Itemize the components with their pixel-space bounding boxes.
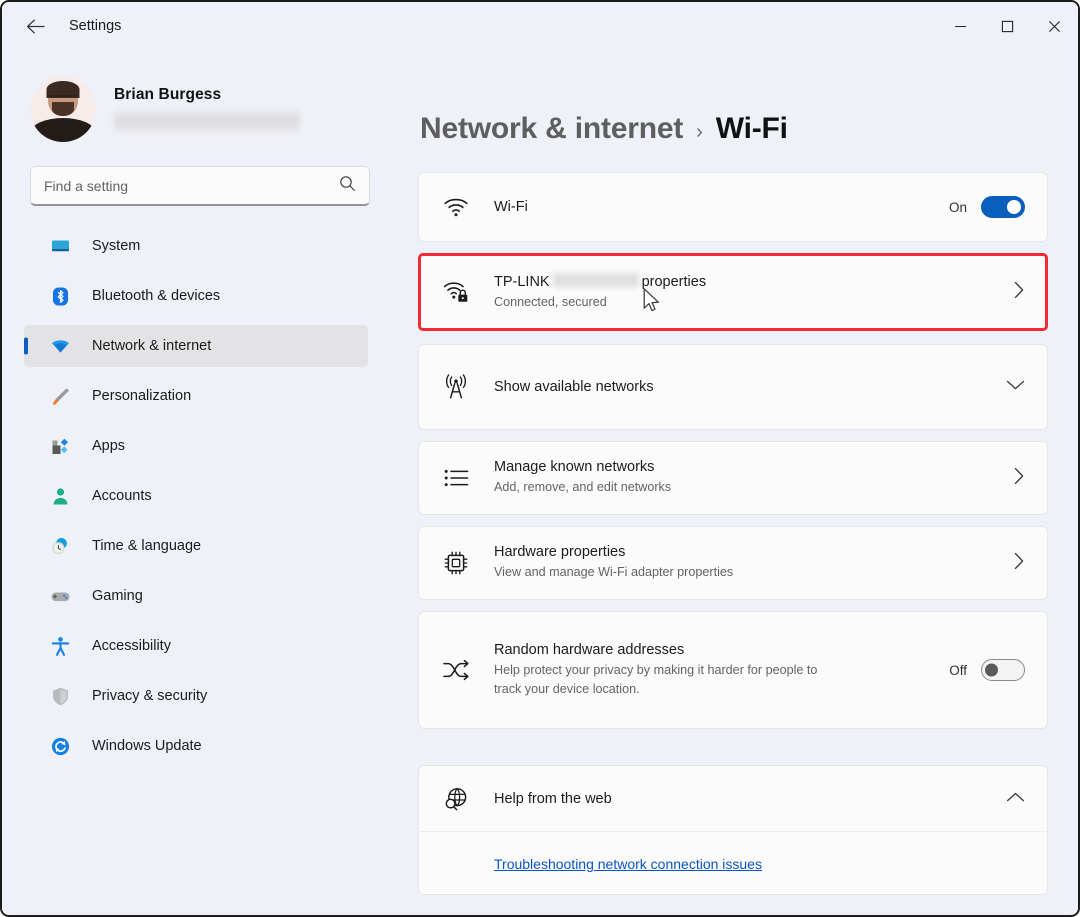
- chevron-right-icon: [1013, 281, 1025, 304]
- sidebar-item-bluetooth-devices[interactable]: Bluetooth & devices: [24, 275, 368, 317]
- broadcast-tower-icon: [439, 374, 473, 400]
- random-mac-toggle-value: Off: [949, 663, 967, 678]
- minimize-icon[interactable]: [937, 2, 984, 50]
- sidebar-item-label: System: [92, 238, 140, 254]
- paintbrush-icon: [48, 384, 72, 408]
- card-help-from-web[interactable]: Help from the web: [418, 765, 1048, 831]
- sidebar-item-personalization[interactable]: Personalization: [24, 375, 368, 417]
- card-title: TP-LINK properties: [494, 272, 1001, 290]
- card-title: Hardware properties: [494, 544, 1001, 560]
- card-subtitle: Connected, secured: [494, 293, 824, 312]
- sidebar-item-label: Network & internet: [92, 338, 211, 354]
- card-random-hardware-addresses[interactable]: Random hardware addresses Help protect y…: [418, 611, 1048, 729]
- list-icon: [439, 468, 473, 488]
- sidebar-item-accounts[interactable]: Accounts: [24, 475, 368, 517]
- sidebar-item-label: Accounts: [92, 488, 152, 504]
- sidebar-item-time-language[interactable]: Time & language: [24, 525, 368, 567]
- page-title: Wi-Fi: [716, 112, 788, 146]
- person-icon: [48, 484, 72, 508]
- avatar: [30, 76, 96, 142]
- sidebar-item-label: Apps: [92, 438, 125, 454]
- breadcrumb: Network & internet › Wi-Fi: [418, 50, 1048, 172]
- account-email-redacted: [114, 111, 300, 133]
- chevron-down-icon[interactable]: [1006, 378, 1025, 396]
- card-subtitle: View and manage Wi-Fi adapter properties: [494, 563, 824, 582]
- sidebar-item-label: Time & language: [92, 538, 201, 554]
- sidebar-nav: System Bluetooth & devices: [24, 225, 368, 767]
- card-manage-known-networks[interactable]: Manage known networks Add, remove, and e…: [418, 441, 1048, 515]
- sidebar-item-label: Accessibility: [92, 638, 171, 654]
- card-title: Random hardware addresses: [494, 642, 937, 658]
- gamepad-icon: [48, 584, 72, 608]
- close-icon[interactable]: [1031, 2, 1078, 50]
- breadcrumb-parent[interactable]: Network & internet: [420, 112, 683, 146]
- account-block[interactable]: Brian Burgess: [24, 50, 368, 146]
- shuffle-icon: [439, 659, 473, 681]
- sidebar: Brian Burgess: [2, 50, 390, 915]
- card-subtitle: Help protect your privacy by making it h…: [494, 661, 824, 698]
- card-title: Help from the web: [494, 791, 994, 807]
- card-title: Manage known networks: [494, 459, 1001, 475]
- clock-icon: [48, 534, 72, 558]
- card-title: Wi-Fi: [494, 199, 937, 215]
- main-content: Network & internet › Wi-Fi Wi-Fi: [390, 50, 1078, 915]
- wifi-icon: [439, 196, 473, 218]
- network-ssid-redacted: [553, 272, 639, 289]
- bluetooth-icon: [48, 284, 72, 308]
- card-hardware-properties[interactable]: Hardware properties View and manage Wi-F…: [418, 526, 1048, 600]
- shield-icon: [48, 684, 72, 708]
- help-links-panel: Troubleshooting network connection issue…: [418, 831, 1048, 895]
- sidebar-item-network-internet[interactable]: Network & internet: [24, 325, 368, 367]
- apps-icon: [48, 434, 72, 458]
- maximize-icon[interactable]: [984, 2, 1031, 50]
- card-network-properties[interactable]: TP-LINK properties Connected, secured: [418, 253, 1048, 331]
- chip-icon: [439, 550, 473, 576]
- wifi-toggle-value: On: [949, 200, 967, 215]
- random-mac-toggle-switch[interactable]: [981, 659, 1025, 681]
- help-link-troubleshooting[interactable]: Troubleshooting network connection issue…: [494, 856, 762, 872]
- wifi-toggle-switch[interactable]: [981, 196, 1025, 218]
- chevron-up-icon[interactable]: [1006, 790, 1025, 808]
- sidebar-item-gaming[interactable]: Gaming: [24, 575, 368, 617]
- globe-search-icon: [439, 786, 473, 812]
- update-icon: [48, 734, 72, 758]
- card-subtitle: Add, remove, and edit networks: [494, 478, 824, 497]
- sidebar-item-privacy-security[interactable]: Privacy & security: [24, 675, 368, 717]
- monitor-icon: [48, 234, 72, 258]
- sidebar-item-accessibility[interactable]: Accessibility: [24, 625, 368, 667]
- wifi-lock-icon: [439, 280, 473, 304]
- account-name: Brian Burgess: [114, 86, 300, 104]
- network-name-suffix: properties: [642, 274, 706, 290]
- search-box[interactable]: [30, 166, 370, 206]
- sidebar-item-apps[interactable]: Apps: [24, 425, 368, 467]
- wifi-icon: [48, 334, 72, 358]
- sidebar-item-label: Bluetooth & devices: [92, 288, 220, 304]
- search-icon: [339, 175, 356, 197]
- search-input[interactable]: [44, 178, 339, 194]
- network-name-prefix: TP-LINK: [494, 274, 550, 290]
- sidebar-item-label: Windows Update: [92, 738, 202, 754]
- title-bar: Settings: [2, 2, 1078, 50]
- sidebar-item-label: Gaming: [92, 588, 143, 604]
- sidebar-item-label: Privacy & security: [92, 688, 207, 704]
- settings-window: Settings: [0, 0, 1080, 917]
- accessibility-icon: [48, 634, 72, 658]
- window-controls: [937, 2, 1078, 50]
- chevron-right-icon: [1013, 467, 1025, 490]
- sidebar-item-system[interactable]: System: [24, 225, 368, 267]
- app-title: Settings: [69, 18, 121, 34]
- back-arrow-icon[interactable]: [18, 9, 52, 43]
- sidebar-item-label: Personalization: [92, 388, 191, 404]
- breadcrumb-separator: ›: [696, 121, 703, 144]
- card-show-available-networks[interactable]: Show available networks: [418, 344, 1048, 430]
- help-section: Help from the web Troubleshooting networ…: [418, 765, 1048, 895]
- card-title: Show available networks: [494, 379, 994, 395]
- sidebar-item-windows-update[interactable]: Windows Update: [24, 725, 368, 767]
- card-wifi-toggle[interactable]: Wi-Fi On: [418, 172, 1048, 242]
- chevron-right-icon: [1013, 552, 1025, 575]
